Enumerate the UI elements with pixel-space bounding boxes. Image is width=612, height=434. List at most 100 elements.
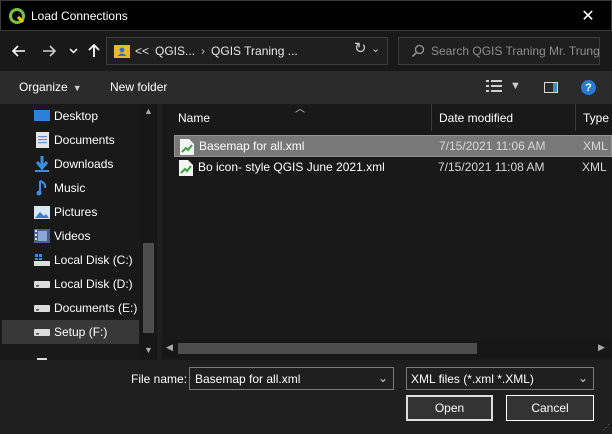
address-dropdown-icon[interactable]: ⌄ <box>371 42 380 55</box>
address-row: << QGIS... › QGIS Traning ... ⌄ ↻ <box>0 31 612 71</box>
downloads-icon <box>34 156 50 172</box>
windows-drive-icon <box>34 252 50 268</box>
breadcrumb-overflow[interactable]: << <box>135 44 149 58</box>
file-row[interactable]: Basemap for all.xml 7/15/2021 11:06 AM X… <box>174 135 612 157</box>
cancel-button[interactable]: Cancel <box>506 395 594 421</box>
file-name-label: File name: <box>131 372 188 386</box>
search-box[interactable] <box>398 37 600 65</box>
help-icon[interactable]: ? <box>581 80 596 95</box>
column-header-label: Type <box>583 111 610 125</box>
breadcrumb: << QGIS... › QGIS Traning ... <box>135 44 298 58</box>
search-icon <box>411 44 425 58</box>
open-label: Open <box>434 401 465 415</box>
file-name-value[interactable]: Basemap for all.xml <box>195 372 300 386</box>
preview-pane-button[interactable] <box>544 82 558 93</box>
nav-item-label: Music <box>54 181 86 195</box>
file-row[interactable]: Bo icon- style QGIS June 2021.xml 7/15/2… <box>174 157 612 179</box>
nav-item-label: Documents <box>54 133 115 147</box>
folder-user-icon <box>114 45 130 58</box>
breadcrumb-item[interactable]: QGIS Traning ... <box>211 44 298 58</box>
breadcrumb-item[interactable]: QGIS... <box>155 44 195 58</box>
nav-item-label: Desktop <box>54 109 99 123</box>
scroll-right-icon[interactable]: ▶ <box>598 342 605 353</box>
nav-item-label: Pictures <box>54 205 98 219</box>
file-list: ︿ Name Date modified Type Basemap for al… <box>162 104 612 360</box>
nav-item-downloads[interactable]: Downloads <box>2 152 139 176</box>
scroll-up-icon[interactable]: ▲ <box>140 106 157 116</box>
file-type: XML <box>583 139 608 153</box>
up-button[interactable] <box>86 39 102 63</box>
command-bar: Organize ▼ New folder ▼ ? <box>0 71 612 104</box>
refresh-icon[interactable]: ↻ <box>354 39 367 57</box>
resize-grip-icon[interactable]: ⋰ <box>602 423 610 432</box>
nav-item-setup-f[interactable]: Setup (F:) <box>2 320 139 344</box>
nav-item-music[interactable]: Music <box>2 176 139 200</box>
file-date: 7/15/2021 11:06 AM <box>439 139 546 153</box>
column-header-label: Date modified <box>439 111 514 125</box>
open-button[interactable]: Open <box>406 395 493 421</box>
nav-item-network[interactable] <box>2 347 139 360</box>
back-button[interactable] <box>10 39 28 63</box>
chevron-down-icon[interactable]: ⌄ <box>578 371 588 385</box>
nav-item-pictures[interactable]: Pictures <box>2 200 139 224</box>
documents-icon <box>34 132 50 148</box>
recent-locations-button[interactable] <box>67 39 79 63</box>
file-type: XML <box>582 160 607 174</box>
close-button[interactable]: ✕ <box>565 1 611 31</box>
nav-item-label: Downloads <box>54 157 114 171</box>
column-header-date[interactable]: Date modified <box>432 104 576 131</box>
qgis-app-icon <box>9 8 25 24</box>
caret-down-icon: ▼ <box>510 80 521 92</box>
nav-item-label: Setup (F:) <box>54 325 108 339</box>
scroll-down-icon[interactable]: ▼ <box>140 345 157 355</box>
organize-label: Organize <box>19 80 68 94</box>
file-type-filter[interactable]: XML files (*.xml *.XML) ⌄ <box>406 367 594 390</box>
change-view-button[interactable]: ▼ <box>486 80 521 92</box>
xml-file-icon <box>179 160 193 176</box>
chevron-down-icon[interactable]: ⌄ <box>378 371 388 385</box>
nav-item-local-disk-c[interactable]: Local Disk (C:) <box>2 248 139 272</box>
nav-item-documents-e[interactable]: Documents (E:) <box>2 296 139 320</box>
nav-item-label: Videos <box>54 229 91 243</box>
nav-item-documents[interactable]: Documents <box>2 128 139 152</box>
forward-button[interactable] <box>40 39 58 63</box>
nav-item-label: Local Disk (D:) <box>54 277 133 291</box>
desktop-icon <box>34 108 50 124</box>
nav-item-label: Local Disk (C:) <box>54 253 133 267</box>
file-name: Bo icon- style QGIS June 2021.xml <box>198 160 385 174</box>
organize-button[interactable]: Organize ▼ <box>19 80 82 94</box>
nav-item-videos[interactable]: Videos <box>2 224 139 248</box>
new-folder-button[interactable]: New folder <box>110 80 167 94</box>
arrow-up-icon <box>88 44 100 57</box>
close-icon: ✕ <box>581 8 595 25</box>
arrow-left-icon <box>12 45 25 57</box>
pictures-icon <box>34 204 50 220</box>
file-date: 7/15/2021 11:08 AM <box>438 160 545 174</box>
chevron-down-icon <box>68 48 78 54</box>
column-header-name[interactable]: Name <box>171 104 432 131</box>
nav-item-local-disk-d[interactable]: Local Disk (D:) <box>2 272 139 296</box>
column-header-label: Name <box>178 111 211 125</box>
dialog-footer: File name: Basemap for all.xml ⌄ XML fil… <box>0 360 612 434</box>
breadcrumb-separator[interactable]: › <box>201 44 205 58</box>
file-type-filter-value: XML files (*.xml *.XML) <box>411 372 534 386</box>
search-input[interactable] <box>431 43 599 59</box>
scrollbar-thumb[interactable] <box>143 243 154 333</box>
nav-item-desktop[interactable]: Desktop <box>2 104 139 128</box>
address-bar[interactable]: << QGIS... › QGIS Traning ... ⌄ <box>106 37 388 65</box>
list-view-icon <box>486 80 502 92</box>
scrollbar-thumb[interactable] <box>178 343 477 354</box>
column-header-type[interactable]: Type <box>576 104 612 131</box>
horizontal-scrollbar[interactable]: ◀ ▶ <box>162 340 612 357</box>
scroll-left-icon[interactable]: ◀ <box>166 342 173 353</box>
drive-icon <box>34 324 50 340</box>
window-title: Load Connections <box>31 9 128 23</box>
nav-scrollbar[interactable]: ▲ ▼ <box>140 104 157 360</box>
cancel-label: Cancel <box>531 401 569 415</box>
drive-icon <box>34 276 50 292</box>
videos-icon <box>34 228 50 244</box>
new-folder-label: New folder <box>110 80 168 94</box>
network-icon <box>34 351 50 360</box>
file-name-combobox[interactable]: Basemap for all.xml ⌄ <box>189 367 394 390</box>
xml-file-icon <box>180 139 194 155</box>
